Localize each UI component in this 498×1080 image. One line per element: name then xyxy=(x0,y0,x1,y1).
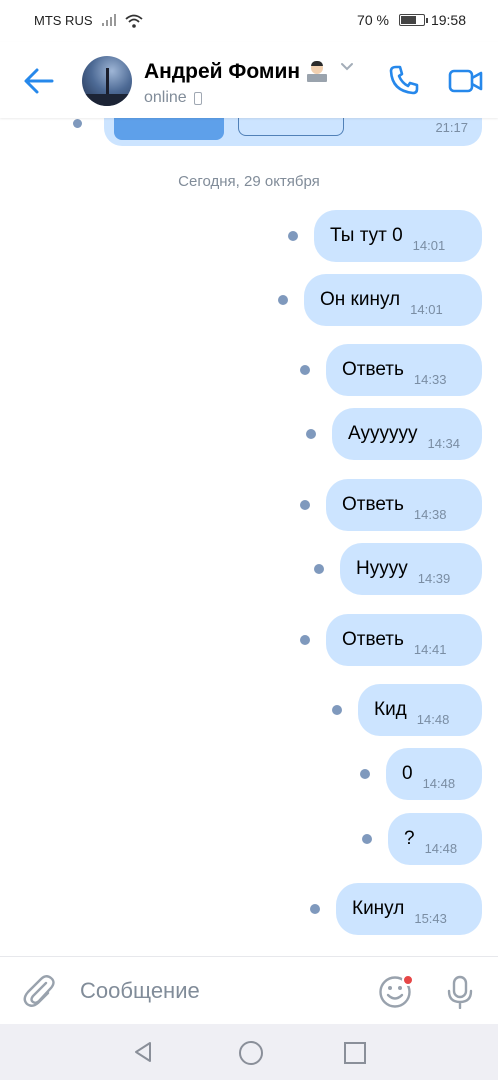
video-call-icon[interactable] xyxy=(448,68,484,94)
clock: 19:58 xyxy=(430,12,466,28)
message-text: Нуууу xyxy=(356,558,408,579)
message-text: Ответь xyxy=(342,359,404,380)
message-time: 14:41 xyxy=(413,641,447,657)
previous-message-bubble[interactable]: 21:17 xyxy=(104,118,482,146)
message-time: 14:38 xyxy=(413,506,447,522)
previous-message-button-secondary[interactable] xyxy=(238,118,344,136)
new-stickers-badge xyxy=(402,974,414,986)
unread-dot xyxy=(288,231,298,241)
message-text: Кинул xyxy=(352,898,405,919)
message-time: 14:48 xyxy=(424,840,458,856)
chat-header: Андрей Фомин online xyxy=(0,42,498,118)
contact-name: Андрей Фомин xyxy=(144,60,301,83)
message-bubble[interactable]: Ты тут 0 14:01 xyxy=(314,210,482,262)
unread-dot xyxy=(332,705,342,715)
message-bubble[interactable]: Кинул 15:43 xyxy=(336,883,482,935)
message-time: 14:48 xyxy=(416,711,450,727)
date-separator: Сегодня, 29 октября xyxy=(178,173,320,190)
carrier-label: MTS RUS xyxy=(34,13,93,28)
message-bubble[interactable]: ? 14:48 xyxy=(388,813,482,865)
message-text: Ауууууу xyxy=(348,423,418,444)
unread-dot xyxy=(306,429,316,439)
status-text: online xyxy=(144,89,187,106)
message-input[interactable]: Сообщение xyxy=(80,978,200,1004)
mobile-device-icon xyxy=(193,91,202,105)
unread-dot xyxy=(300,500,310,510)
status-bar: MTS RUS 70 % 19:58 xyxy=(0,0,498,42)
message-bubble[interactable]: Ауууууу 14:34 xyxy=(332,408,482,460)
message-bubble[interactable]: Он кинул 14:01 xyxy=(304,274,482,326)
unread-dot xyxy=(73,119,82,128)
unread-dot xyxy=(362,834,372,844)
unread-dot xyxy=(360,769,370,779)
battery-percent: 70 % xyxy=(357,12,389,28)
message-time: 15:43 xyxy=(414,910,447,926)
message-time: 14:33 xyxy=(413,371,447,387)
message-time: 14:34 xyxy=(427,435,461,451)
back-arrow-icon[interactable] xyxy=(22,66,56,96)
contact-name-row[interactable]: Андрей Фомин xyxy=(144,60,328,84)
message-time: 14:39 xyxy=(417,570,451,586)
message-text: Ты тут 0 xyxy=(330,225,403,246)
nav-recents-icon[interactable] xyxy=(344,1042,366,1064)
unread-dot xyxy=(300,635,310,645)
unread-dot xyxy=(314,564,324,574)
message-list[interactable]: 21:17 Сегодня, 29 октября Ты тут 0 14:01 О… xyxy=(0,118,498,956)
unread-dot xyxy=(300,365,310,375)
message-bubble[interactable]: Ответь 14:41 xyxy=(326,614,482,666)
technologist-emoji-icon xyxy=(306,61,328,83)
message-text: Ответь xyxy=(342,494,404,515)
message-bubble[interactable]: Кид 14:48 xyxy=(358,684,482,736)
avatar-ground-shape xyxy=(82,94,132,106)
signal-icon xyxy=(101,14,116,26)
status-left: MTS RUS xyxy=(34,13,143,28)
message-text: Кид xyxy=(374,699,407,720)
message-bubble[interactable]: Нуууу 14:39 xyxy=(340,543,482,595)
system-nav-bar xyxy=(0,1024,498,1080)
contact-status: online xyxy=(144,89,202,107)
nav-home-icon[interactable] xyxy=(239,1041,263,1065)
unread-dot xyxy=(310,904,320,914)
message-bubble[interactable]: Ответь 14:38 xyxy=(326,479,482,531)
wifi-icon xyxy=(124,14,143,28)
message-text: Ответь xyxy=(342,629,404,650)
avatar[interactable] xyxy=(82,56,132,106)
unread-dot xyxy=(278,295,288,305)
message-time: 14:01 xyxy=(412,237,446,253)
message-time: 21:17 xyxy=(435,120,468,135)
message-time: 14:01 xyxy=(410,301,443,317)
chevron-down-icon[interactable] xyxy=(340,62,354,72)
previous-message-button-primary[interactable] xyxy=(114,118,224,140)
message-bubble[interactable]: 0 14:48 xyxy=(386,748,482,800)
message-bubble[interactable]: Ответь 14:33 xyxy=(326,344,482,396)
message-composer: Сообщение xyxy=(0,956,498,1025)
message-text: Он кинул xyxy=(320,289,401,310)
message-text: ? xyxy=(404,828,415,849)
attach-icon[interactable] xyxy=(22,973,56,1009)
message-text: 0 xyxy=(402,763,413,784)
battery-icon xyxy=(398,14,428,26)
call-icon[interactable] xyxy=(388,64,420,96)
status-right: 70 % 19:58 xyxy=(357,12,466,28)
nav-back-icon[interactable] xyxy=(132,1041,154,1063)
message-time: 14:48 xyxy=(422,775,456,791)
microphone-icon[interactable] xyxy=(446,975,474,1009)
